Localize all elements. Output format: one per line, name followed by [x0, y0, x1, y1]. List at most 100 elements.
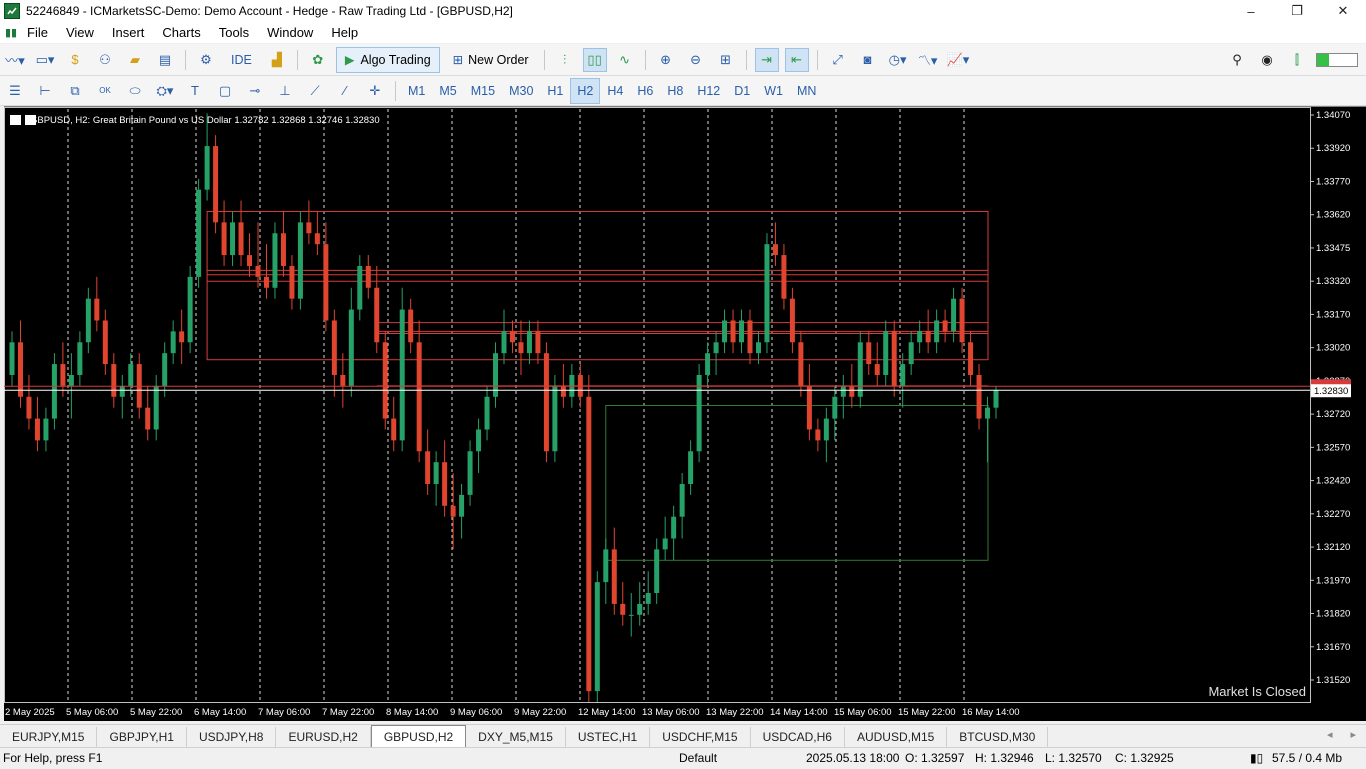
- fullscreen-icon[interactable]: ⤢: [826, 48, 850, 72]
- close-button[interactable]: ✕: [1320, 0, 1366, 22]
- chart-shift-icon[interactable]: ⇤: [784, 47, 809, 72]
- tf-d1[interactable]: D1: [727, 78, 757, 104]
- tab-usdchf[interactable]: USDCHF,M15: [650, 727, 751, 747]
- market-bag-icon[interactable]: ▟: [265, 48, 289, 72]
- market-icon[interactable]: $: [63, 48, 87, 72]
- tf-h12[interactable]: H12: [690, 78, 727, 104]
- candle-body: [119, 385, 125, 397]
- trendline-icon[interactable]: ⟋: [303, 79, 327, 103]
- screenshot-icon[interactable]: ◙: [856, 48, 880, 72]
- tab-usdjpy[interactable]: USDJPY,H8: [187, 727, 277, 747]
- menu-charts[interactable]: Charts: [153, 25, 209, 40]
- candle-body: [526, 331, 532, 354]
- chart-window[interactable]: 2 May 2025 5 May 06:00 5 May 22:00 6 May 14…: [4, 106, 1366, 721]
- maximize-button[interactable]: ❐: [1274, 0, 1320, 22]
- tab-scroll-left-icon[interactable]: ◂: [1327, 728, 1333, 741]
- menu-tools[interactable]: Tools: [210, 25, 258, 40]
- candle-body: [662, 538, 668, 550]
- tf-m5[interactable]: M5: [432, 78, 463, 104]
- tab-scroll-right-icon[interactable]: ▸: [1350, 728, 1356, 741]
- ray-icon[interactable]: ⁄: [333, 79, 357, 103]
- tab-btcusd[interactable]: BTCUSD,M30: [947, 727, 1049, 747]
- rectangle-icon[interactable]: ▢: [213, 79, 237, 103]
- search-icon[interactable]: ⚲: [1225, 48, 1249, 72]
- menu-view[interactable]: View: [57, 25, 103, 40]
- menu-insert[interactable]: Insert: [103, 25, 154, 40]
- candlestick-icon[interactable]: ▯▯: [582, 47, 607, 72]
- indicators-icon[interactable]: 〽▾: [916, 48, 940, 72]
- algo-trading-button[interactable]: ▶ Algo Trading: [335, 46, 440, 73]
- objects-icon[interactable]: 📈▾: [946, 48, 971, 72]
- line-chart-icon[interactable]: ∿: [613, 48, 637, 72]
- tf-h8[interactable]: H8: [660, 78, 690, 104]
- tf-h6[interactable]: H6: [630, 78, 660, 104]
- symbol-icon[interactable]: [10, 115, 21, 125]
- x-tick-label: 9 May 06:00: [450, 707, 502, 718]
- tf-m1[interactable]: M1: [401, 78, 432, 104]
- candle-body: [365, 265, 371, 288]
- candle-body: [374, 287, 380, 343]
- chart-window-icon[interactable]: ⧉: [63, 79, 87, 103]
- window-title: 52246849 - ICMarketsSC-Demo: Demo Accoun…: [26, 4, 513, 18]
- tf-mn[interactable]: MN: [790, 78, 823, 104]
- tab-ustec[interactable]: USTEC,H1: [566, 727, 651, 747]
- folder-icon[interactable]: ▰: [123, 48, 147, 72]
- zoom-in-icon[interactable]: ⊕: [654, 48, 678, 72]
- candle-body: [382, 342, 388, 419]
- zoom-out-icon[interactable]: ⊖: [684, 48, 708, 72]
- price-chart[interactable]: 2 May 2025 5 May 06:00 5 May 22:00 6 May 14…: [4, 107, 1366, 721]
- tab-eurjpy[interactable]: EURJPY,M15: [0, 727, 98, 747]
- candle-body: [747, 320, 753, 354]
- settings-icon[interactable]: ⚙: [194, 48, 218, 72]
- menu-help[interactable]: Help: [322, 25, 367, 40]
- minimize-button[interactable]: –: [1228, 0, 1274, 22]
- menu-window[interactable]: Window: [258, 25, 322, 40]
- vertical-line-icon[interactable]: ⊥: [273, 79, 297, 103]
- status-high: H: 1.32946: [975, 751, 1034, 765]
- candle-body: [484, 396, 490, 430]
- crosshair-icon[interactable]: ✛: [363, 79, 387, 103]
- menu-file[interactable]: File: [18, 25, 57, 40]
- candle-body: [968, 342, 974, 375]
- tf-m30[interactable]: M30: [502, 78, 540, 104]
- cursor-icon[interactable]: ⊢: [33, 79, 57, 103]
- ide-button[interactable]: IDE: [224, 48, 259, 72]
- child-window-icon[interactable]: ▮▮: [4, 26, 18, 40]
- chart-templates-icon[interactable]: ▭▾: [33, 48, 57, 72]
- ellipse-icon[interactable]: ⬭: [123, 79, 147, 103]
- tf-m15[interactable]: M15: [464, 78, 502, 104]
- tf-w1[interactable]: W1: [757, 78, 790, 104]
- tf-h1[interactable]: H1: [540, 78, 570, 104]
- tf-h2[interactable]: H2: [570, 77, 601, 104]
- text-tool-icon[interactable]: T: [183, 79, 207, 103]
- candle-body: [925, 331, 931, 343]
- tab-dxy[interactable]: DXY_M5,M15: [466, 727, 566, 747]
- x-tick-label: 8 May 14:00: [386, 707, 438, 718]
- shapes-icon[interactable]: ⛭▾: [153, 79, 177, 103]
- bar-chart-icon[interactable]: ⫶: [553, 48, 577, 72]
- autoscroll-icon[interactable]: ⇥: [754, 47, 779, 72]
- new-order-button[interactable]: ⊞ New Order: [446, 48, 536, 72]
- y-tick-label: 1.33020: [1316, 343, 1350, 354]
- status-close: C: 1.32925: [1115, 751, 1174, 765]
- signals-icon[interactable]: ⚇: [93, 48, 117, 72]
- periods-icon[interactable]: ◷▾: [886, 48, 910, 72]
- tab-gbpusd[interactable]: GBPUSD,H2: [370, 725, 467, 747]
- menu-lines-icon[interactable]: ☰: [3, 79, 27, 103]
- tab-audusd[interactable]: AUDUSD,M15: [845, 727, 948, 747]
- database-icon[interactable]: ▤: [153, 48, 177, 72]
- tile-windows-icon[interactable]: ⊞: [714, 48, 738, 72]
- tab-eurusd[interactable]: EURUSD,H2: [276, 727, 371, 747]
- account-icon[interactable]: ◉: [1255, 48, 1279, 72]
- tab-gbpjpy[interactable]: GBPJPY,H1: [97, 727, 187, 747]
- candle-body: [94, 298, 100, 321]
- chart-type-icon[interactable]: 〰▾: [3, 48, 27, 72]
- horizontal-line-icon[interactable]: ⊸: [243, 79, 267, 103]
- tab-usdcad[interactable]: USDCAD,H6: [751, 727, 845, 747]
- ok-button-icon[interactable]: OK: [93, 79, 117, 103]
- candle-body: [772, 244, 778, 256]
- experts-icon[interactable]: ✿: [306, 48, 330, 72]
- tf-h4[interactable]: H4: [600, 78, 630, 104]
- candle-body: [985, 407, 991, 419]
- candle-body: [900, 364, 906, 386]
